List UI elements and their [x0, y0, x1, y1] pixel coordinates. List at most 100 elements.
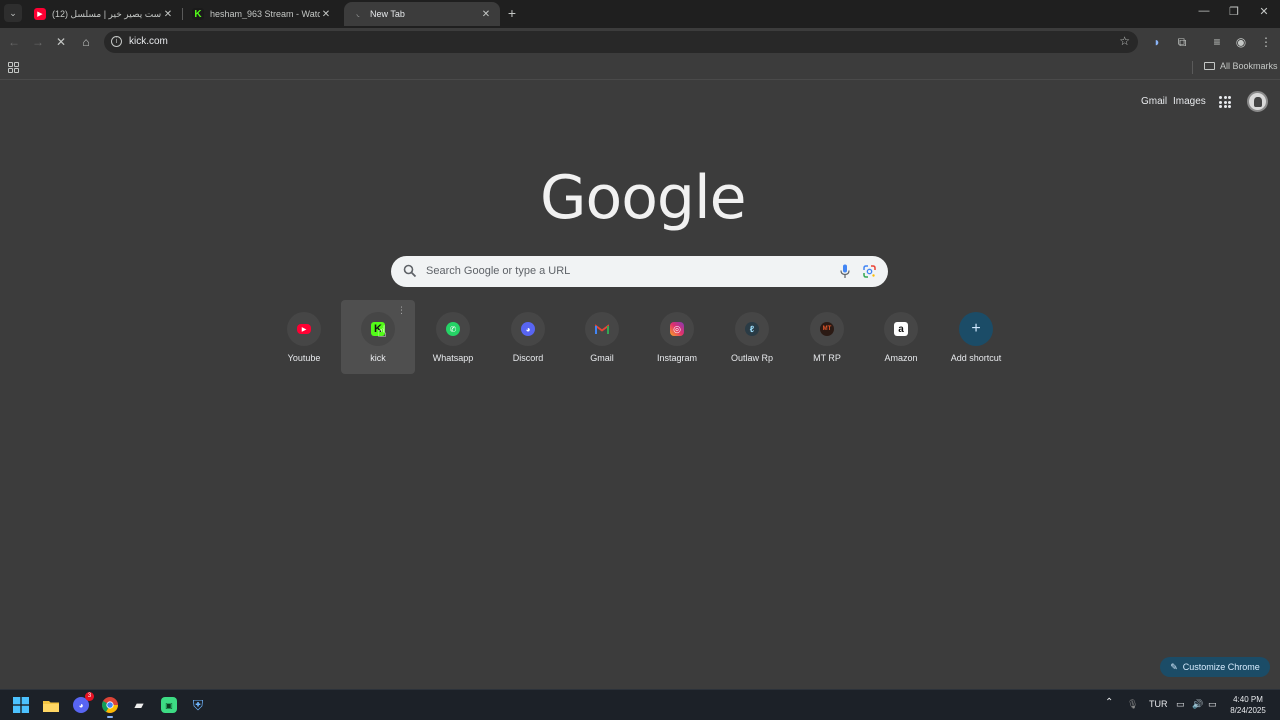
account-avatar[interactable]: [1247, 91, 1268, 112]
language-indicator[interactable]: TUR: [1149, 699, 1168, 709]
clock[interactable]: 4:40 PM 8/24/2025: [1224, 694, 1272, 716]
android-app-icon[interactable]: ▣: [159, 695, 179, 715]
address-text: kick.com: [129, 36, 168, 47]
close-icon[interactable]: ✕: [480, 9, 492, 20]
google-apps-icon[interactable]: [1219, 96, 1231, 108]
media-controls-icon[interactable]: ≡: [1209, 34, 1225, 50]
profile-icon[interactable]: ◉: [1233, 34, 1249, 50]
google-logo: Google: [540, 163, 747, 233]
shortcut-label: Gmail: [590, 353, 614, 363]
taskbar: ◕ 3 ▰ ▣ ⛨ ⌃ 🎙 TUR ▭ 🔊 ▭ 4:40 PM 8/24/202…: [0, 689, 1280, 720]
tab-title: New Tab: [370, 9, 405, 19]
more-options-icon[interactable]: ⋮: [397, 306, 406, 315]
shortcut-label: Youtube: [287, 353, 321, 363]
mt-rp-icon: MT: [820, 322, 834, 336]
shortcut-whatsapp[interactable]: ✆ Whatsapp: [416, 300, 490, 374]
shortcut-label: Outlaw Rp: [730, 353, 774, 363]
shortcut-label: kick: [370, 353, 386, 363]
shortcut-label: Add shortcut: [950, 353, 1002, 363]
bookmark-star-icon[interactable]: ☆: [1119, 34, 1130, 48]
tab-kick-stream[interactable]: K hesham_963 Stream - Watch Live ✕: [184, 2, 340, 26]
amazon-icon: a: [894, 322, 908, 336]
all-bookmarks-button[interactable]: All Bookmarks: [1204, 61, 1278, 71]
tab-title: (12) بودكاست يصير خير | مسلسل: [52, 8, 162, 19]
clock-time: 4:40 PM: [1233, 695, 1263, 704]
notification-badge: 3: [85, 692, 94, 701]
home-icon[interactable]: ⌂: [78, 34, 94, 50]
shortcut-label: Amazon: [884, 353, 918, 363]
bookmarks-bar: All Bookmarks: [0, 56, 1280, 80]
tab-title: hesham_963 Stream - Watch Live: [210, 9, 320, 19]
customize-chrome-button[interactable]: ✎ Customize Chrome: [1160, 657, 1270, 677]
volume-icon[interactable]: 🔊: [1192, 699, 1203, 710]
chrome-taskbar-icon[interactable]: [100, 695, 120, 718]
gmail-icon: [595, 323, 609, 334]
shortcut-label: Whatsapp: [432, 353, 474, 363]
file-explorer-icon[interactable]: [41, 695, 61, 715]
all-bookmarks-label: All Bookmarks: [1220, 61, 1278, 71]
search-placeholder: Search Google or type a URL: [426, 265, 571, 277]
chevron-down-icon: ⌄: [9, 7, 17, 18]
microphone-icon[interactable]: [840, 264, 850, 279]
close-icon[interactable]: ✕: [320, 9, 332, 20]
toolbar: ← → ✕ ⌂ i kick.com ☆ ◗ ⧉ ≡ ◉ ⋮: [0, 28, 1280, 56]
shortcut-label: Instagram: [656, 353, 698, 363]
restore-icon[interactable]: ❐: [1226, 5, 1242, 18]
shortcut-label: MT RP: [813, 353, 841, 363]
images-link[interactable]: Images: [1173, 96, 1206, 107]
game-app-icon[interactable]: ▰: [129, 695, 149, 715]
folder-icon: [1204, 62, 1215, 70]
clock-date: 8/24/2025: [1230, 706, 1266, 715]
youtube-favicon-icon: ▶: [34, 8, 46, 20]
forward-arrow-icon[interactable]: →: [30, 34, 46, 50]
tab-new-tab[interactable]: ◟ New Tab ✕: [344, 2, 500, 26]
info-icon[interactable]: i: [111, 36, 122, 47]
google-lens-icon[interactable]: [863, 265, 876, 278]
tab-youtube-podcast[interactable]: ▶ (12) بودكاست يصير خير | مسلسل ✕: [26, 2, 182, 26]
shortcut-gmail[interactable]: Gmail: [565, 300, 639, 374]
gmail-link[interactable]: Gmail: [1141, 96, 1167, 107]
shortcut-outlaw-rp[interactable]: ℓ Outlaw Rp: [715, 300, 789, 374]
whatsapp-icon: ✆: [446, 322, 460, 336]
instagram-icon: ◎: [670, 322, 684, 336]
shortcut-discord[interactable]: ◕ Discord: [491, 300, 565, 374]
kick-favicon-icon: K: [192, 8, 204, 20]
show-hidden-icons-icon[interactable]: ⌃: [1105, 697, 1113, 708]
apps-grid-icon[interactable]: [8, 62, 19, 73]
close-icon[interactable]: ✕: [162, 9, 174, 20]
bookmarks-separator: [1192, 61, 1193, 74]
extensions-puzzle-icon[interactable]: ⧉: [1174, 34, 1190, 50]
microphone-tray-icon[interactable]: 🎙: [1127, 699, 1138, 710]
read-aloud-icon[interactable]: ◗: [1149, 34, 1165, 50]
window-close-icon[interactable]: ✕: [1256, 5, 1272, 18]
shortcut-add[interactable]: + Add shortcut: [939, 300, 1013, 374]
discord-icon: ◕: [521, 322, 535, 336]
youtube-icon: ▶: [297, 324, 311, 334]
shortcut-label: Discord: [512, 353, 544, 363]
stop-loading-icon[interactable]: ✕: [53, 34, 69, 50]
address-bar[interactable]: i kick.com ☆: [104, 31, 1138, 53]
vpn-shield-icon[interactable]: ⛨: [188, 695, 208, 715]
shortcut-mt-rp[interactable]: MT MT RP: [790, 300, 864, 374]
customize-chrome-label: Customize Chrome: [1182, 662, 1260, 672]
network-icon[interactable]: ▭: [1176, 699, 1185, 710]
search-icon: [403, 264, 417, 278]
windows-start-icon[interactable]: [11, 695, 31, 715]
tab-separator: [182, 8, 183, 20]
tab-strip: ⌄ ▶ (12) بودكاست يصير خير | مسلسل ✕ K he…: [0, 0, 1280, 28]
tab-search-button[interactable]: ⌄: [4, 4, 22, 22]
battery-icon[interactable]: ▭: [1208, 699, 1217, 710]
shortcut-youtube[interactable]: ▶ Youtube: [267, 300, 341, 374]
loading-favicon-icon: ◟: [356, 11, 360, 18]
minimize-icon[interactable]: —: [1196, 5, 1212, 17]
shortcut-amazon[interactable]: a Amazon: [864, 300, 938, 374]
back-arrow-icon[interactable]: ←: [6, 34, 22, 50]
shortcut-instagram[interactable]: ◎ Instagram: [640, 300, 714, 374]
plus-icon: +: [971, 320, 981, 337]
search-box[interactable]: Search Google or type a URL: [391, 256, 888, 287]
discord-taskbar-icon[interactable]: ◕ 3: [71, 692, 94, 715]
outlaw-rp-icon: ℓ: [745, 322, 759, 336]
new-tab-plus-icon[interactable]: +: [504, 5, 520, 21]
pencil-icon: ✎: [1170, 661, 1178, 672]
menu-kebab-icon[interactable]: ⋮: [1258, 34, 1274, 50]
